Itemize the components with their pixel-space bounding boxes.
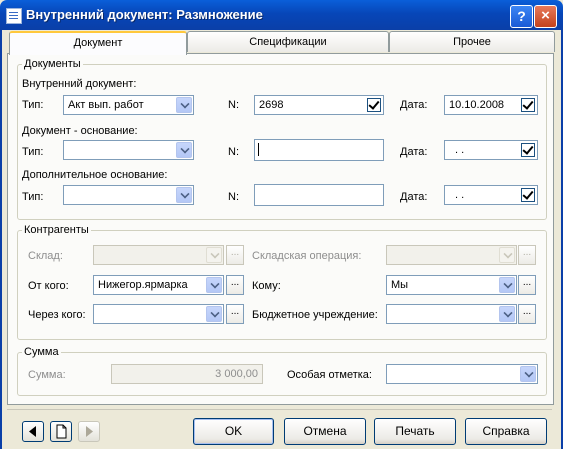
via-select[interactable] <box>93 304 224 324</box>
extra-n-label: N: <box>228 191 239 203</box>
basis-n-input[interactable] <box>254 139 384 161</box>
ok-button[interactable]: OK <box>193 418 274 445</box>
help-button[interactable]: Справка <box>465 418 547 445</box>
warehouse-op-ellipsis-button: ... <box>518 245 536 265</box>
extra-type-label: Тип: <box>22 191 44 203</box>
help-title-button[interactable]: ? <box>510 5 533 28</box>
to-select[interactable]: Мы <box>386 275 517 295</box>
type-label: Тип: <box>22 99 44 111</box>
warehouse-label: Склад: <box>28 250 63 262</box>
cancel-button[interactable]: Отмена <box>284 418 366 445</box>
n-input[interactable]: 2698 <box>254 95 384 115</box>
warehouse-op-select <box>386 245 517 265</box>
contractors-legend: Контрагенты <box>24 224 89 236</box>
budget-select[interactable] <box>386 304 517 324</box>
chevron-down-icon <box>499 247 515 263</box>
basis-date-label: Дата: <box>400 146 428 158</box>
next-record-button <box>78 421 100 442</box>
special-mark-label: Особая отметка: <box>287 369 372 381</box>
basis-date-input[interactable]: . . <box>444 140 538 160</box>
internal-doc-label: Внутренний документ: <box>22 78 137 90</box>
close-button[interactable]: × <box>534 5 557 28</box>
tab-specifications[interactable]: Спецификации <box>187 31 389 52</box>
basis-type-label: Тип: <box>22 146 44 158</box>
extra-basis-label: Дополнительное основание: <box>22 169 168 181</box>
prev-record-button[interactable] <box>22 421 44 442</box>
extra-type-select[interactable] <box>63 185 194 205</box>
sum-label: Сумма: <box>28 369 66 381</box>
budget-ellipsis-button[interactable]: ... <box>518 304 536 324</box>
to-ellipsis-button[interactable]: ... <box>518 275 536 295</box>
basis-type-select[interactable] <box>63 140 194 160</box>
to-label: Кому: <box>252 280 281 292</box>
tab-strip: Документ Спецификации Прочее <box>7 31 555 55</box>
n-value: 2698 <box>259 99 284 111</box>
chevron-down-icon[interactable] <box>176 97 192 113</box>
date-input[interactable]: 10.10.2008 <box>444 95 538 115</box>
window-title: Внутренний документ: Размножение <box>26 7 263 22</box>
sum-value: 3 000,00 <box>215 368 258 380</box>
extra-date-label: Дата: <box>400 191 428 203</box>
sum-field: 3 000,00 <box>111 364 263 384</box>
chevron-down-icon[interactable] <box>520 366 536 382</box>
warehouse-select <box>93 245 224 265</box>
via-label: Через кого: <box>28 309 86 321</box>
warehouse-op-label: Складская операция: <box>252 250 362 262</box>
from-select[interactable]: Нижегор.ярмарка <box>93 275 224 295</box>
via-ellipsis-button[interactable]: ... <box>226 304 244 324</box>
to-value: Мы <box>391 279 409 291</box>
dialog-window: Внутренний документ: Размножение ? × Док… <box>0 0 563 449</box>
tab-other[interactable]: Прочее <box>389 31 555 52</box>
extra-date-value: . . <box>455 189 465 201</box>
basis-n-label: N: <box>228 146 239 158</box>
checkbox-checked-icon[interactable] <box>367 98 381 112</box>
tab-document[interactable]: Документ <box>9 31 187 55</box>
type-select[interactable]: Акт вып. работ <box>63 95 194 115</box>
new-record-button[interactable] <box>50 421 72 442</box>
document-icon <box>6 8 22 24</box>
chevron-down-icon[interactable] <box>176 187 192 203</box>
basis-date-value: . . <box>455 144 465 156</box>
special-mark-select[interactable] <box>386 364 538 384</box>
extra-date-input[interactable]: . . <box>444 185 538 205</box>
n-label: N: <box>228 99 239 111</box>
from-label: От кого: <box>28 280 69 292</box>
bottom-divider <box>7 409 552 410</box>
date-label: Дата: <box>400 99 428 111</box>
title-bar[interactable]: Внутренний документ: Размножение ? × <box>0 0 563 30</box>
type-value: Акт вып. работ <box>68 99 144 111</box>
documents-legend: Документы <box>24 58 81 70</box>
chevron-down-icon[interactable] <box>176 142 192 158</box>
sum-legend: Сумма <box>24 346 59 358</box>
checkbox-checked-icon[interactable] <box>521 188 535 202</box>
extra-n-input[interactable] <box>254 184 384 206</box>
chevron-down-icon[interactable] <box>499 306 515 322</box>
date-value: 10.10.2008 <box>449 99 505 111</box>
chevron-down-icon[interactable] <box>499 277 515 293</box>
checkbox-checked-icon[interactable] <box>521 98 535 112</box>
checkbox-checked-icon[interactable] <box>521 143 535 157</box>
tab-page-document: Документы Внутренний документ: Тип: Акт … <box>7 53 554 405</box>
chevron-down-icon[interactable] <box>206 277 222 293</box>
from-value: Нижегор.ярмарка <box>98 279 188 291</box>
warehouse-ellipsis-button: ... <box>226 245 244 265</box>
chevron-down-icon <box>206 247 222 263</box>
print-button[interactable]: Печать <box>374 418 456 445</box>
text-caret <box>258 143 259 156</box>
chevron-down-icon[interactable] <box>206 306 222 322</box>
arrow-right-icon <box>86 426 93 437</box>
from-ellipsis-button[interactable]: ... <box>226 275 244 295</box>
basis-doc-label: Документ - основание: <box>22 125 138 137</box>
new-document-icon <box>56 424 67 439</box>
arrow-left-icon <box>29 426 36 437</box>
budget-label: Бюджетное учреждение: <box>252 309 378 321</box>
